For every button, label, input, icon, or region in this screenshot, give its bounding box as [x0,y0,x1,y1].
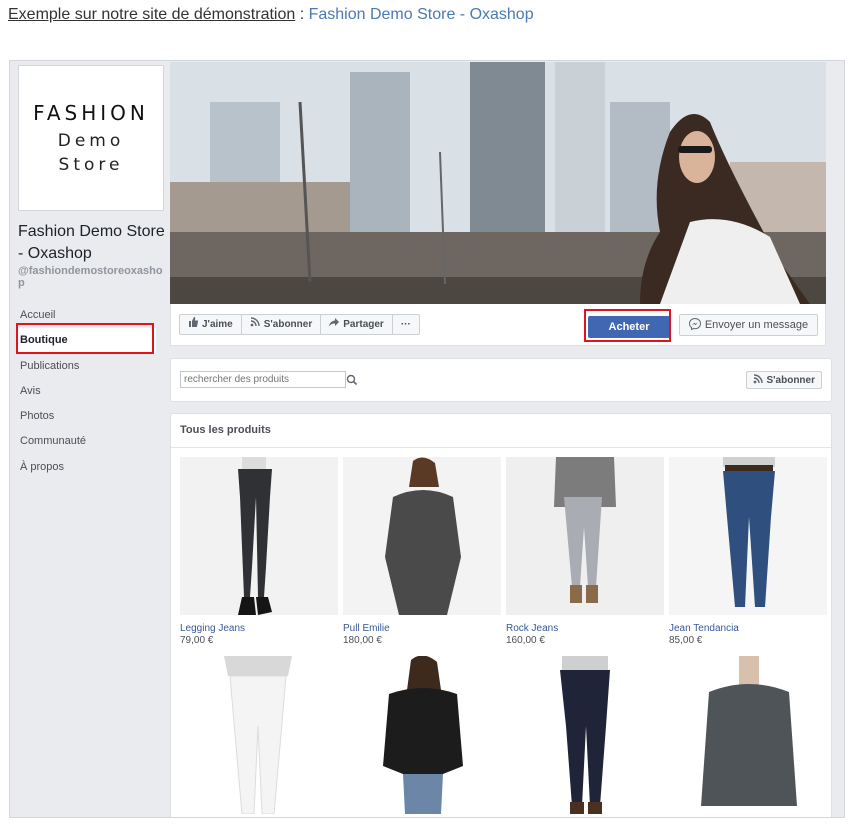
intro-text: Exemple sur notre site de démonstration [8,6,296,23]
products-divider [171,447,831,448]
nav-item-boutique[interactable]: Boutique [16,328,156,354]
share-button[interactable]: Partager [321,315,393,334]
page-title[interactable]: Fashion Demo Store - Oxashop [18,221,168,265]
shop-search-bar: S'abonner [170,358,832,402]
product-image[interactable] [343,457,501,615]
rss-icon [250,315,260,334]
page-buttons-group: J'aime S'abonner Partager ··· [179,314,420,335]
thumbs-up-icon [188,315,199,334]
product-name[interactable]: Rock Jeans [506,623,664,634]
product-name[interactable]: Legging Jeans [180,623,338,634]
messenger-icon [688,317,701,333]
shop-follow-label: S'abonner [766,374,816,386]
send-message-label: Envoyer un message [704,319,809,331]
follow-button[interactable]: S'abonner [242,315,322,334]
send-message-button[interactable]: Envoyer un message [679,314,818,336]
product-image[interactable] [180,457,338,615]
product-price: 160,00 € [506,635,545,646]
shop-follow-button[interactable]: S'abonner [745,371,822,389]
nav-item-avis[interactable]: Avis [16,379,156,404]
more-button[interactable]: ··· [393,315,419,334]
product-card[interactable]: Legging Jeans 79,00 € [180,457,338,646]
product-image[interactable] [506,656,664,814]
buy-button[interactable]: Acheter [588,316,670,338]
product-card[interactable] [343,656,501,817]
product-image[interactable] [506,457,664,615]
page-handle[interactable]: @fashiondemostoreoxashop [18,265,168,289]
product-card[interactable] [669,656,827,817]
search-icon[interactable] [345,373,359,387]
product-name[interactable]: Pull Emilie [343,623,501,634]
nav-item-communaute[interactable]: Communauté [16,429,156,454]
product-card[interactable]: Jean Tendancia 85,00 € [669,457,827,646]
nav-item-publications[interactable]: Publications [16,354,156,379]
page-logo[interactable]: FASHION Demo Store [18,65,164,211]
like-button[interactable]: J'aime [180,315,242,334]
demo-store-link[interactable]: Fashion Demo Store - Oxashop [309,6,534,23]
product-card[interactable] [506,656,664,817]
logo-line-3: Store [58,155,124,175]
rss-icon [753,373,763,387]
logo-line-1: FASHION [33,101,149,125]
products-title: Tous les produits [180,424,271,436]
product-card[interactable]: Pull Emilie 180,00 € [343,457,501,646]
page-nav: Accueil Boutique Publications Avis Photo… [16,303,156,480]
product-price: 85,00 € [669,635,703,646]
product-name[interactable]: Jean Tendancia [669,623,827,634]
more-dots-icon: ··· [400,319,411,330]
product-image[interactable] [180,656,338,814]
product-image[interactable] [669,457,827,615]
product-image[interactable] [343,656,501,814]
nav-item-accueil[interactable]: Accueil [16,303,156,328]
nav-item-a-propos[interactable]: À propos [16,455,156,480]
product-card[interactable] [180,656,338,817]
products-section: Tous les produits Legging Jeans 79,00 € [170,413,832,817]
product-search-input[interactable] [180,371,346,388]
share-arrow-icon [329,315,340,334]
page-action-bar: J'aime S'abonner Partager ··· Acheter En… [170,304,826,346]
like-label: J'aime [202,319,233,330]
cover-photo[interactable] [170,62,826,304]
nav-item-photos[interactable]: Photos [16,404,156,429]
product-price: 79,00 € [180,635,214,646]
facebook-page-frame: FASHION Demo Store Fashion Demo Store - … [9,60,845,818]
product-card[interactable]: Rock Jeans 160,00 € [506,457,664,646]
intro-separator: : [295,6,309,23]
intro-line: Exemple sur notre site de démonstration … [8,6,534,24]
product-price: 180,00 € [343,635,382,646]
cover-illustration [170,62,826,304]
follow-label: S'abonner [263,319,313,330]
logo-line-2: Demo [57,131,125,151]
share-label: Partager [343,319,384,330]
product-image[interactable] [669,656,827,814]
